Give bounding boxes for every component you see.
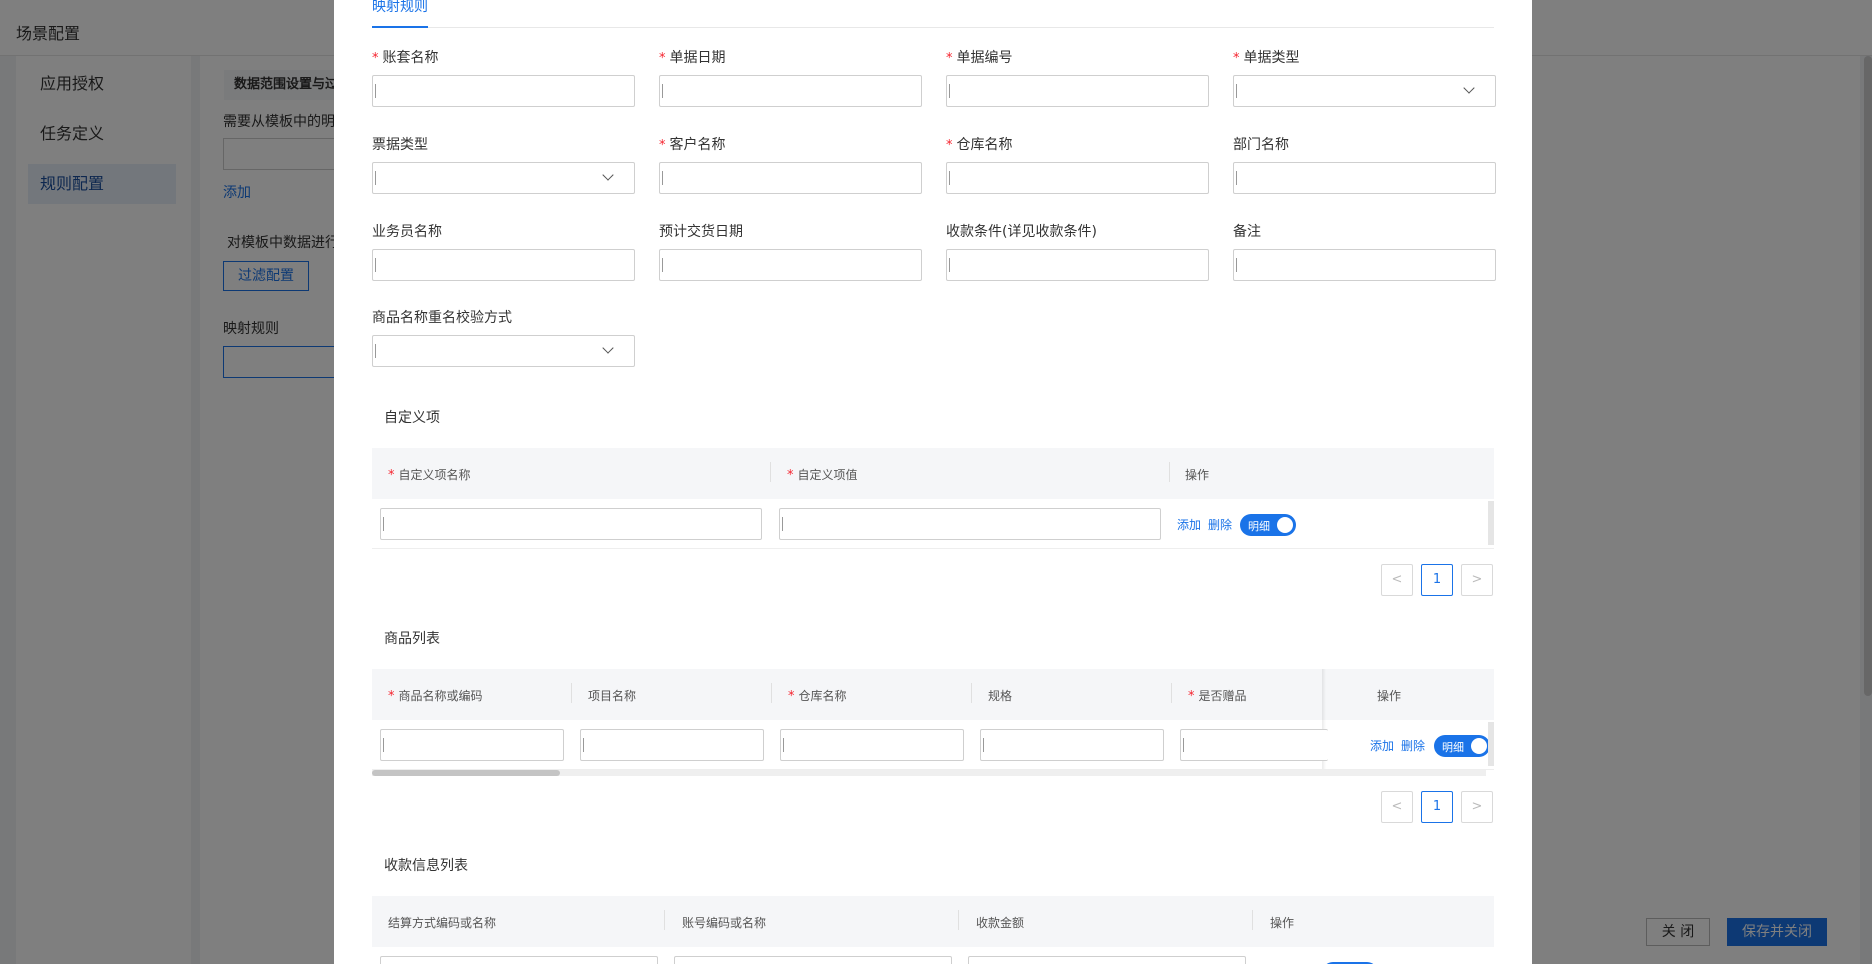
mapping-rule-modal: 映射规则 * 账套名称 * 单据日期 * 单据编号 * 单据类型 票据类型 * 客户名称 … — [334, 0, 1532, 964]
col-spec: 规格 — [988, 689, 1013, 703]
col-custom-value: * 自定义项值 — [787, 468, 858, 483]
account-code-input[interactable] — [674, 956, 952, 964]
products-section-title: 商品列表 — [384, 631, 440, 647]
number-input[interactable] — [946, 75, 1209, 107]
spec-input[interactable] — [980, 729, 1164, 761]
tab-bar: 映射规则 — [372, 0, 1494, 28]
next-page-button[interactable]: > — [1461, 791, 1493, 823]
next-page-button[interactable]: > — [1461, 564, 1493, 596]
customer-input[interactable] — [659, 162, 922, 194]
table-row — [372, 947, 1494, 964]
delivery-date-input[interactable] — [659, 249, 922, 281]
settlement-input[interactable] — [380, 956, 658, 964]
delete-link[interactable]: 删除 — [1208, 516, 1232, 533]
custom-table-header: * 自定义项名称 * 自定义项值 操作 — [372, 448, 1494, 499]
dup-check-select[interactable] — [372, 335, 635, 367]
chevron-down-icon — [602, 342, 614, 354]
field-label-department: 部门名称 — [1233, 137, 1289, 153]
warehouse-input[interactable] — [946, 162, 1209, 194]
payment-terms-input[interactable] — [946, 249, 1209, 281]
field-label-doc-type: * 单据类型 — [1233, 50, 1300, 66]
custom-name-input[interactable] — [380, 508, 762, 540]
col-custom-name: * 自定义项名称 — [388, 468, 471, 483]
detail-toggle[interactable]: 明细 — [1434, 735, 1490, 757]
field-label-dup-check: 商品名称重名校验方式 — [372, 310, 512, 326]
date-input[interactable] — [659, 75, 922, 107]
field-label-payment-terms: 收款条件(详见收款条件) — [946, 224, 1097, 240]
field-label-delivery-date: 预计交货日期 — [659, 224, 743, 240]
warehouse-name-input[interactable] — [780, 729, 964, 761]
doc-type-select[interactable] — [1233, 75, 1496, 107]
chevron-down-icon — [602, 169, 614, 181]
custom-section-title: 自定义项 — [384, 410, 440, 426]
tab-mapping-rule[interactable]: 映射规则 — [372, 0, 428, 28]
col-product-code: * 商品名称或编码 — [388, 689, 483, 704]
col-amount: 收款金额 — [976, 916, 1025, 930]
custom-value-input[interactable] — [779, 508, 1161, 540]
field-label-account: * 账套名称 — [372, 50, 439, 66]
col-custom-op: 操作 — [1185, 468, 1210, 482]
page-number[interactable]: 1 — [1421, 791, 1453, 823]
field-label-customer: * 客户名称 — [659, 137, 726, 153]
field-label-number: * 单据编号 — [946, 50, 1013, 66]
field-label-bill-type: 票据类型 — [372, 137, 428, 153]
hscroll-thumb[interactable] — [372, 770, 560, 776]
payments-section-title: 收款信息列表 — [384, 858, 468, 874]
department-input[interactable] — [1233, 162, 1496, 194]
page-number[interactable]: 1 — [1421, 564, 1453, 596]
remark-input[interactable] — [1233, 249, 1496, 281]
bill-type-select[interactable] — [372, 162, 635, 194]
col-settlement: 结算方式编码或名称 — [388, 916, 497, 930]
prev-page-button[interactable]: < — [1381, 791, 1413, 823]
add-link[interactable]: 添加 — [1370, 737, 1394, 754]
amount-input[interactable] — [968, 956, 1246, 964]
prev-page-button[interactable]: < — [1381, 564, 1413, 596]
field-label-warehouse: * 仓库名称 — [946, 137, 1013, 153]
table-row: 添加 删除 明细 — [372, 720, 1494, 770]
project-name-input[interactable] — [580, 729, 764, 761]
col-payment-op: 操作 — [1270, 916, 1295, 930]
table-hscrollbar[interactable] — [372, 770, 1486, 776]
salesperson-input[interactable] — [372, 249, 635, 281]
account-input[interactable] — [372, 75, 635, 107]
col-warehouse: * 仓库名称 — [788, 689, 847, 704]
detail-toggle[interactable]: 明细 — [1240, 514, 1296, 536]
row-scrollbar[interactable] — [1488, 501, 1494, 545]
row-scrollbar[interactable] — [1488, 722, 1494, 766]
add-link[interactable]: 添加 — [1177, 516, 1201, 533]
col-project-name: 项目名称 — [588, 689, 637, 703]
col-product-op: 操作 — [1377, 689, 1402, 703]
col-is-gift: * 是否赠品 — [1188, 689, 1247, 704]
field-label-date: * 单据日期 — [659, 50, 726, 66]
is-gift-input[interactable] — [1180, 729, 1328, 761]
product-code-input[interactable] — [380, 729, 564, 761]
delete-link[interactable]: 删除 — [1401, 737, 1425, 754]
table-row: 添加 删除 明细 — [372, 499, 1494, 549]
col-account: 账号编码或名称 — [682, 916, 767, 930]
payments-table-header: 结算方式编码或名称 账号编码或名称 收款金额 操作 — [372, 896, 1494, 947]
chevron-down-icon — [1463, 82, 1475, 94]
field-label-remark: 备注 — [1233, 224, 1261, 240]
field-label-salesperson: 业务员名称 — [372, 224, 442, 240]
